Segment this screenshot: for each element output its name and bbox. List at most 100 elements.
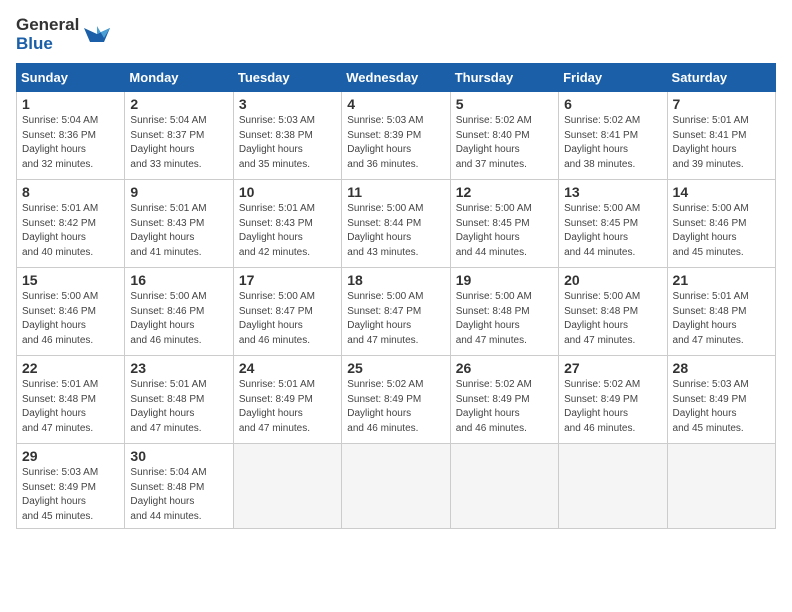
calendar-cell: 18 Sunrise: 5:00 AM Sunset: 8:47 PM Dayl… [342,268,450,356]
day-number: 22 [22,360,119,376]
day-number: 8 [22,184,119,200]
calendar-cell [450,444,558,529]
header-sunday: Sunday [17,64,125,92]
day-number: 24 [239,360,336,376]
day-info: Sunrise: 5:00 AM Sunset: 8:45 PM Dayligh… [456,202,553,260]
calendar-cell: 13 Sunrise: 5:00 AM Sunset: 8:45 PM Dayl… [559,180,667,268]
day-info: Sunrise: 5:01 AM Sunset: 8:43 PM Dayligh… [130,202,227,260]
day-number: 9 [130,184,227,200]
calendar-cell: 22 Sunrise: 5:01 AM Sunset: 8:48 PM Dayl… [17,356,125,444]
day-info: Sunrise: 5:01 AM Sunset: 8:41 PM Dayligh… [673,114,770,172]
day-number: 11 [347,184,444,200]
day-info: Sunrise: 5:02 AM Sunset: 8:49 PM Dayligh… [347,378,444,436]
calendar-cell: 16 Sunrise: 5:00 AM Sunset: 8:46 PM Dayl… [125,268,233,356]
day-info: Sunrise: 5:02 AM Sunset: 8:49 PM Dayligh… [564,378,661,436]
calendar-cell: 12 Sunrise: 5:00 AM Sunset: 8:45 PM Dayl… [450,180,558,268]
day-number: 3 [239,96,336,112]
day-info: Sunrise: 5:00 AM Sunset: 8:48 PM Dayligh… [564,290,661,348]
page-header: General Blue [16,16,776,53]
day-info: Sunrise: 5:00 AM Sunset: 8:44 PM Dayligh… [347,202,444,260]
calendar-cell: 23 Sunrise: 5:01 AM Sunset: 8:48 PM Dayl… [125,356,233,444]
day-info: Sunrise: 5:00 AM Sunset: 8:48 PM Dayligh… [456,290,553,348]
logo-blue: Blue [16,35,79,54]
calendar-cell: 28 Sunrise: 5:03 AM Sunset: 8:49 PM Dayl… [667,356,775,444]
day-number: 25 [347,360,444,376]
header-saturday: Saturday [667,64,775,92]
day-number: 21 [673,272,770,288]
logo: General Blue [16,16,112,53]
calendar-cell: 3 Sunrise: 5:03 AM Sunset: 8:38 PM Dayli… [233,92,341,180]
logo-icon [82,18,112,48]
header-wednesday: Wednesday [342,64,450,92]
day-number: 13 [564,184,661,200]
calendar-table: SundayMondayTuesdayWednesdayThursdayFrid… [16,63,776,529]
day-info: Sunrise: 5:04 AM Sunset: 8:48 PM Dayligh… [130,466,227,524]
day-info: Sunrise: 5:04 AM Sunset: 8:36 PM Dayligh… [22,114,119,172]
day-info: Sunrise: 5:03 AM Sunset: 8:49 PM Dayligh… [22,466,119,524]
calendar-cell: 19 Sunrise: 5:00 AM Sunset: 8:48 PM Dayl… [450,268,558,356]
calendar-header-row: SundayMondayTuesdayWednesdayThursdayFrid… [17,64,776,92]
day-info: Sunrise: 5:00 AM Sunset: 8:47 PM Dayligh… [347,290,444,348]
day-info: Sunrise: 5:04 AM Sunset: 8:37 PM Dayligh… [130,114,227,172]
day-number: 7 [673,96,770,112]
calendar-cell: 1 Sunrise: 5:04 AM Sunset: 8:36 PM Dayli… [17,92,125,180]
day-number: 18 [347,272,444,288]
day-number: 19 [456,272,553,288]
day-info: Sunrise: 5:01 AM Sunset: 8:43 PM Dayligh… [239,202,336,260]
calendar-cell: 5 Sunrise: 5:02 AM Sunset: 8:40 PM Dayli… [450,92,558,180]
calendar-cell: 17 Sunrise: 5:00 AM Sunset: 8:47 PM Dayl… [233,268,341,356]
calendar-cell: 9 Sunrise: 5:01 AM Sunset: 8:43 PM Dayli… [125,180,233,268]
day-number: 1 [22,96,119,112]
calendar-cell: 27 Sunrise: 5:02 AM Sunset: 8:49 PM Dayl… [559,356,667,444]
day-number: 23 [130,360,227,376]
day-info: Sunrise: 5:00 AM Sunset: 8:45 PM Dayligh… [564,202,661,260]
calendar-cell: 11 Sunrise: 5:00 AM Sunset: 8:44 PM Dayl… [342,180,450,268]
calendar-week-4: 22 Sunrise: 5:01 AM Sunset: 8:48 PM Dayl… [17,356,776,444]
calendar-cell: 26 Sunrise: 5:02 AM Sunset: 8:49 PM Dayl… [450,356,558,444]
day-info: Sunrise: 5:01 AM Sunset: 8:49 PM Dayligh… [239,378,336,436]
calendar-cell: 10 Sunrise: 5:01 AM Sunset: 8:43 PM Dayl… [233,180,341,268]
day-number: 28 [673,360,770,376]
header-monday: Monday [125,64,233,92]
day-number: 29 [22,448,119,464]
day-info: Sunrise: 5:00 AM Sunset: 8:46 PM Dayligh… [22,290,119,348]
calendar-cell: 21 Sunrise: 5:01 AM Sunset: 8:48 PM Dayl… [667,268,775,356]
day-info: Sunrise: 5:01 AM Sunset: 8:42 PM Dayligh… [22,202,119,260]
day-number: 16 [130,272,227,288]
calendar-cell [667,444,775,529]
day-number: 17 [239,272,336,288]
calendar-cell: 25 Sunrise: 5:02 AM Sunset: 8:49 PM Dayl… [342,356,450,444]
day-info: Sunrise: 5:02 AM Sunset: 8:41 PM Dayligh… [564,114,661,172]
header-tuesday: Tuesday [233,64,341,92]
day-info: Sunrise: 5:00 AM Sunset: 8:46 PM Dayligh… [130,290,227,348]
day-number: 10 [239,184,336,200]
day-number: 27 [564,360,661,376]
day-info: Sunrise: 5:02 AM Sunset: 8:40 PM Dayligh… [456,114,553,172]
day-info: Sunrise: 5:00 AM Sunset: 8:47 PM Dayligh… [239,290,336,348]
day-number: 2 [130,96,227,112]
day-info: Sunrise: 5:00 AM Sunset: 8:46 PM Dayligh… [673,202,770,260]
calendar-cell: 8 Sunrise: 5:01 AM Sunset: 8:42 PM Dayli… [17,180,125,268]
day-info: Sunrise: 5:03 AM Sunset: 8:49 PM Dayligh… [673,378,770,436]
day-info: Sunrise: 5:01 AM Sunset: 8:48 PM Dayligh… [130,378,227,436]
day-number: 15 [22,272,119,288]
calendar-week-1: 1 Sunrise: 5:04 AM Sunset: 8:36 PM Dayli… [17,92,776,180]
day-info: Sunrise: 5:01 AM Sunset: 8:48 PM Dayligh… [22,378,119,436]
calendar-cell [342,444,450,529]
calendar-cell: 30 Sunrise: 5:04 AM Sunset: 8:48 PM Dayl… [125,444,233,529]
day-number: 20 [564,272,661,288]
header-friday: Friday [559,64,667,92]
calendar-cell: 15 Sunrise: 5:00 AM Sunset: 8:46 PM Dayl… [17,268,125,356]
calendar-cell: 2 Sunrise: 5:04 AM Sunset: 8:37 PM Dayli… [125,92,233,180]
day-info: Sunrise: 5:03 AM Sunset: 8:39 PM Dayligh… [347,114,444,172]
day-number: 26 [456,360,553,376]
calendar-cell: 6 Sunrise: 5:02 AM Sunset: 8:41 PM Dayli… [559,92,667,180]
calendar-cell: 14 Sunrise: 5:00 AM Sunset: 8:46 PM Dayl… [667,180,775,268]
calendar-cell [233,444,341,529]
calendar-cell: 20 Sunrise: 5:00 AM Sunset: 8:48 PM Dayl… [559,268,667,356]
day-number: 4 [347,96,444,112]
day-number: 12 [456,184,553,200]
day-number: 30 [130,448,227,464]
header-thursday: Thursday [450,64,558,92]
calendar-cell: 7 Sunrise: 5:01 AM Sunset: 8:41 PM Dayli… [667,92,775,180]
